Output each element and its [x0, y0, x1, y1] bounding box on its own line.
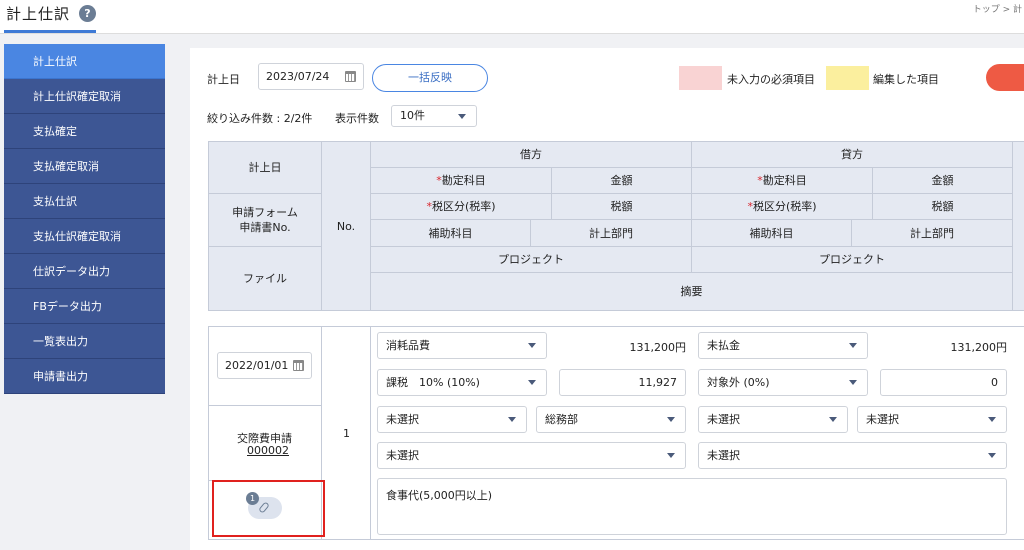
- chevron-down-icon: [988, 453, 996, 458]
- help-icon[interactable]: ?: [79, 5, 96, 22]
- credit-project-value: 未選択: [707, 449, 740, 462]
- sidebar-item-keijo-shiwake[interactable]: 計上仕訳: [4, 44, 165, 79]
- summary-textarea[interactable]: 食事代(5,000円以上): [377, 478, 1007, 535]
- debit-project-select[interactable]: 未選択: [377, 442, 686, 469]
- debit-sub-account-select[interactable]: 未選択: [377, 406, 527, 433]
- sidebar-item-keijo-cancel[interactable]: 計上仕訳確定取消: [4, 79, 165, 114]
- row-date-input[interactable]: 2022/01/01: [217, 352, 312, 379]
- calendar-icon[interactable]: [293, 360, 304, 371]
- chevron-down-icon: [667, 453, 675, 458]
- bulk-apply-button[interactable]: 一括反映: [372, 64, 488, 92]
- credit-account-select[interactable]: 未払金: [698, 332, 868, 359]
- legend-edited-label: 編集した項目: [873, 73, 939, 86]
- page-header: 計上仕訳 ? トップ > 計: [0, 0, 1024, 34]
- legend-required-label: 未入力の必須項目: [727, 73, 815, 86]
- debit-tax-class-value: 課税 10% (10%): [386, 376, 480, 389]
- chevron-down-icon: [458, 114, 466, 119]
- chevron-down-icon: [849, 380, 857, 385]
- legend-required-swatch: [679, 66, 722, 90]
- debit-sub-account-value: 未選択: [386, 413, 419, 426]
- header-credit-sub-account: 補助科目: [691, 219, 852, 247]
- action-button[interactable]: [986, 64, 1024, 91]
- sidebar-item-payment-confirm[interactable]: 支払確定: [4, 114, 165, 149]
- breadcrumb[interactable]: トップ > 計: [973, 2, 1022, 15]
- header-form: 申請フォーム 申請書No.: [208, 193, 322, 247]
- debit-amount: 131,200円: [629, 341, 687, 354]
- header-credit-tax-amount: 税額: [872, 193, 1013, 220]
- header-summary: 摘要: [370, 272, 1013, 311]
- header-credit-project: プロジェクト: [691, 246, 1013, 273]
- header-credit-department: 計上部門: [851, 219, 1013, 247]
- header-debit-tax-amount: 税額: [551, 193, 692, 220]
- credit-department-select[interactable]: 未選択: [857, 406, 1007, 433]
- sidebar-item-payment-shiwake[interactable]: 支払仕訳: [4, 184, 165, 219]
- credit-project-select[interactable]: 未選択: [698, 442, 1007, 469]
- debit-tax-amount-input[interactable]: 11,927: [559, 369, 686, 396]
- debit-account-select[interactable]: 消耗品費: [377, 332, 547, 359]
- header-debit-account: * 勘定科目: [370, 167, 552, 194]
- debit-project-value: 未選択: [386, 449, 419, 462]
- chevron-down-icon: [528, 343, 536, 348]
- credit-amount: 131,200円: [950, 341, 1008, 354]
- sidebar-item-payment-cancel[interactable]: 支払確定取消: [4, 149, 165, 184]
- chevron-down-icon: [508, 417, 516, 422]
- credit-tax-amount-input[interactable]: 0: [880, 369, 1007, 396]
- debit-department-value: 総務部: [545, 413, 578, 426]
- header-credit: 貸方: [691, 141, 1013, 168]
- row-number: 1: [343, 427, 350, 440]
- header-debit-sub-account: 補助科目: [370, 219, 531, 247]
- header-credit-account-label: 勘定科目: [762, 174, 807, 187]
- header-debit-tax-class: * 税区分(税率): [370, 193, 552, 220]
- debit-department-select[interactable]: 総務部: [536, 406, 686, 433]
- header-debit-department: 計上部門: [530, 219, 692, 247]
- credit-sub-account-value: 未選択: [707, 413, 740, 426]
- debit-tax-class-select[interactable]: 課税 10% (10%): [377, 369, 547, 396]
- header-no: No.: [321, 141, 371, 311]
- chevron-down-icon: [829, 417, 837, 422]
- header-date: 計上日: [208, 141, 322, 194]
- summary-value: 食事代(5,000円以上): [386, 489, 493, 502]
- chevron-down-icon: [528, 380, 536, 385]
- per-page-select[interactable]: 10件: [391, 105, 477, 127]
- credit-department-value: 未選択: [866, 413, 899, 426]
- sidebar-item-payment-shiwake-cancel[interactable]: 支払仕訳確定取消: [4, 219, 165, 254]
- credit-sub-account-select[interactable]: 未選択: [698, 406, 848, 433]
- header-debit-project: プロジェクト: [370, 246, 692, 273]
- debit-account-value: 消耗品費: [386, 339, 430, 352]
- header-credit-amount: 金額: [872, 167, 1013, 194]
- per-page-value: 10件: [400, 109, 425, 122]
- form-number-link[interactable]: 000002: [247, 444, 289, 457]
- header-debit: 借方: [370, 141, 692, 168]
- header-credit-account: * 勘定科目: [691, 167, 873, 194]
- header-debit-tax-class-label: 税区分(税率): [431, 200, 496, 213]
- sidebar-item-fb-export[interactable]: FBデータ出力: [4, 289, 165, 324]
- sidebar-item-shiwake-export[interactable]: 仕訳データ出力: [4, 254, 165, 289]
- sidebar-item-list-export[interactable]: 一覧表出力: [4, 324, 165, 359]
- posting-date-input[interactable]: 2023/07/24: [258, 63, 364, 90]
- sidebar: 計上仕訳 計上仕訳確定取消 支払確定 支払確定取消 支払仕訳 支払仕訳確定取消 …: [4, 44, 165, 394]
- credit-account-value: 未払金: [707, 339, 740, 352]
- filter-count: 絞り込み件数 : 2/2件: [207, 112, 313, 125]
- header-debit-account-label: 勘定科目: [441, 174, 486, 187]
- header-credit-tax-class: * 税区分(税率): [691, 193, 873, 220]
- sidebar-item-application-export[interactable]: 申請書出力: [4, 359, 165, 394]
- per-page-label: 表示件数: [335, 112, 379, 125]
- chevron-down-icon: [988, 417, 996, 422]
- page-title: 計上仕訳: [6, 5, 71, 23]
- credit-tax-class-value: 対象外 (0%): [707, 376, 770, 389]
- header-overflow: [1012, 141, 1024, 311]
- chevron-down-icon: [667, 417, 675, 422]
- header-file: ファイル: [208, 246, 322, 311]
- legend-edited-swatch: [826, 66, 869, 90]
- posting-date-value: 2023/07/24: [266, 70, 330, 83]
- date-label: 計上日: [207, 73, 240, 86]
- highlight-box: [212, 480, 325, 537]
- header-debit-amount: 金額: [551, 167, 692, 194]
- row-date-value: 2022/01/01: [225, 359, 289, 372]
- credit-tax-class-select[interactable]: 対象外 (0%): [698, 369, 868, 396]
- chevron-down-icon: [849, 343, 857, 348]
- header-credit-tax-class-label: 税区分(税率): [752, 200, 817, 213]
- calendar-icon[interactable]: [345, 71, 356, 82]
